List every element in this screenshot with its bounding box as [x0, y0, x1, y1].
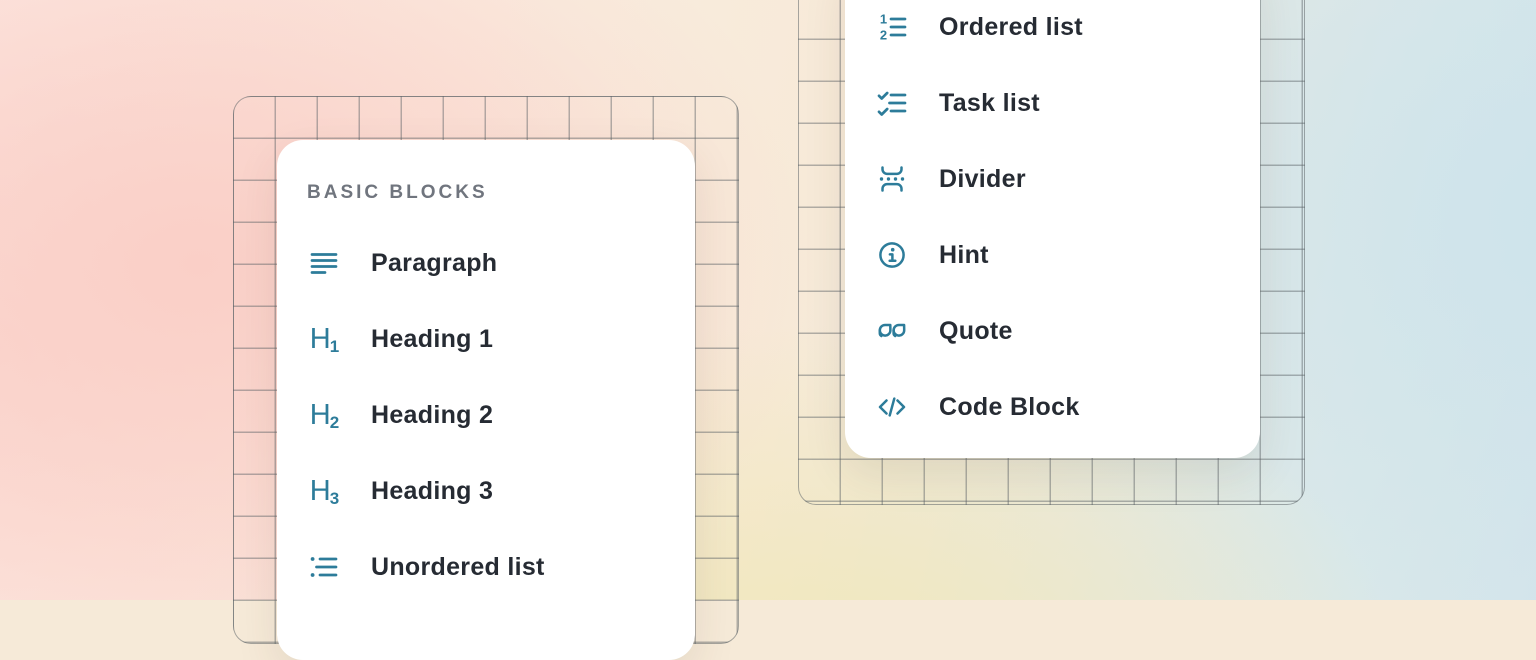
menu-item-code-block[interactable]: Code Block	[845, 369, 1260, 445]
more-blocks-menu-list: 12 Ordered list Task list Divider Hint Quote C…	[845, 0, 1260, 445]
hint-icon	[875, 238, 909, 272]
code-block-icon	[875, 390, 909, 424]
unordered-list-icon	[307, 550, 341, 584]
divider-icon	[875, 162, 909, 196]
quote-icon	[875, 314, 909, 348]
background-gradient	[0, 0, 1536, 600]
basic-blocks-menu-list: Paragraph H1 Heading 1 H2 Heading 2 H3 Heading…	[277, 225, 695, 605]
heading-3-icon: H3	[307, 474, 341, 508]
menu-item-label: Heading 2	[371, 401, 493, 430]
menu-item-divider[interactable]: Divider	[845, 141, 1260, 217]
heading-1-icon: H1	[307, 322, 341, 356]
task-list-icon	[875, 86, 909, 120]
menu-item-paragraph[interactable]: Paragraph	[277, 225, 695, 301]
menu-item-label: Heading 3	[371, 477, 493, 506]
menu-item-quote[interactable]: Quote	[845, 293, 1260, 369]
menu-item-label: Paragraph	[371, 249, 497, 278]
menu-item-label: Code Block	[939, 393, 1080, 422]
menu-item-label: Ordered list	[939, 13, 1083, 42]
menu-item-hint[interactable]: Hint	[845, 217, 1260, 293]
menu-item-label: Task list	[939, 89, 1040, 118]
menu-item-heading-2[interactable]: H2 Heading 2	[277, 377, 695, 453]
section-label: BASIC BLOCKS	[307, 180, 665, 206]
menu-item-label: Unordered list	[371, 553, 545, 582]
menu-item-heading-1[interactable]: H1 Heading 1	[277, 301, 695, 377]
heading-2-icon: H2	[307, 398, 341, 432]
basic-blocks-menu-card: BASIC BLOCKS Paragraph H1 Heading 1 H2 Headi…	[277, 140, 695, 660]
menu-item-heading-3[interactable]: H3 Heading 3	[277, 453, 695, 529]
ordered-list-icon: 12	[875, 10, 909, 44]
menu-item-label: Divider	[939, 165, 1026, 194]
svg-text:1: 1	[880, 11, 887, 26]
menu-item-label: Quote	[939, 317, 1013, 346]
more-blocks-menu-card: 12 Ordered list Task list Divider Hint Quote C…	[845, 0, 1260, 458]
menu-item-unordered-list[interactable]: Unordered list	[277, 529, 695, 605]
menu-item-task-list[interactable]: Task list	[845, 65, 1260, 141]
menu-item-label: Hint	[939, 241, 989, 270]
svg-text:2: 2	[880, 27, 887, 42]
menu-item-ordered-list[interactable]: 12 Ordered list	[845, 0, 1260, 65]
menu-item-label: Heading 1	[371, 325, 493, 354]
paragraph-icon	[307, 246, 341, 280]
